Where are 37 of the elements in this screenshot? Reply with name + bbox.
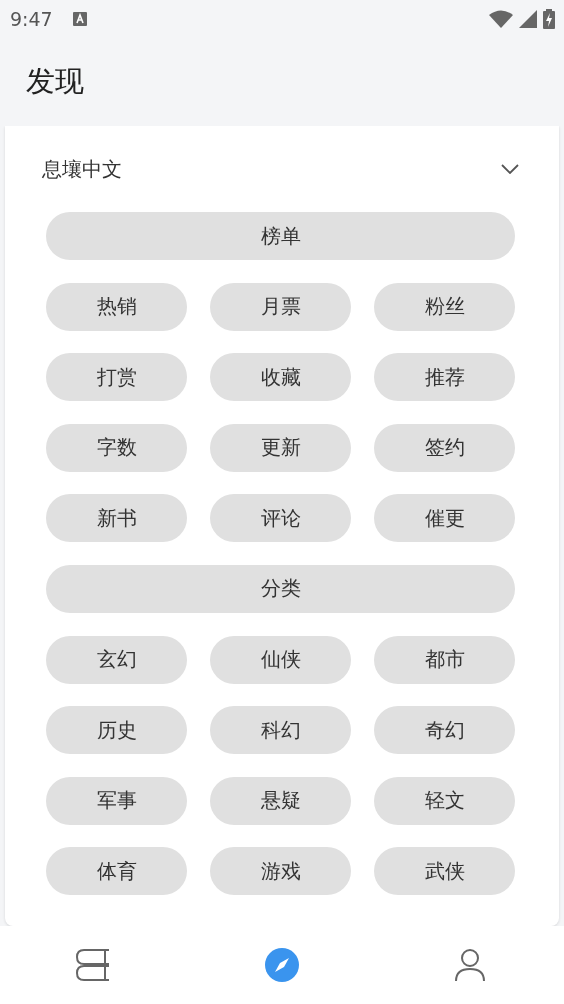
tag-button[interactable]: 新书 [46,494,187,543]
tag-button[interactable]: 热销 [46,282,187,331]
tag-button[interactable]: 体育 [46,847,187,896]
battery-icon [543,9,555,29]
source-name: 息壤中文 [42,155,122,183]
tag-button[interactable]: 玄幻 [46,635,187,684]
tag-button[interactable]: 字数 [46,423,187,472]
books-icon[interactable] [76,948,112,982]
tag-button[interactable]: 武侠 [374,847,515,896]
tag-button[interactable]: 打赏 [46,353,187,402]
tag-button[interactable]: 月票 [210,282,351,331]
tag-button[interactable]: 推荐 [374,353,515,402]
tag-button[interactable]: 游戏 [210,847,351,896]
page-title: 发现 [26,63,84,100]
wifi-icon [489,10,513,28]
tag-button[interactable]: 奇幻 [374,706,515,755]
chevron-icon[interactable] [501,164,519,174]
compass-icon[interactable] [265,948,299,982]
tag-button[interactable]: 历史 [46,706,187,755]
tag-button[interactable]: 评论 [210,494,351,543]
tag-button[interactable]: 收藏 [210,353,351,402]
person-icon[interactable] [454,948,486,982]
tag-button[interactable]: 科幻 [210,706,351,755]
tag-button[interactable]: 军事 [46,776,187,825]
section-button[interactable]: 分类 [46,564,515,613]
tag-button[interactable]: 都市 [374,635,515,684]
tag-button[interactable]: 悬疑 [210,776,351,825]
tag-button[interactable]: 签约 [374,423,515,472]
tag-button[interactable]: 粉丝 [374,282,515,331]
status-time: 9:47 [10,8,53,30]
keyboard-icon [72,12,87,26]
section-button[interactable]: 榜单 [46,212,515,260]
tag-button[interactable]: 仙侠 [210,635,351,684]
signal-icon [519,10,537,28]
tag-button[interactable]: 更新 [210,423,351,472]
tag-button[interactable]: 催更 [374,494,515,543]
tag-button[interactable]: 轻文 [374,776,515,825]
